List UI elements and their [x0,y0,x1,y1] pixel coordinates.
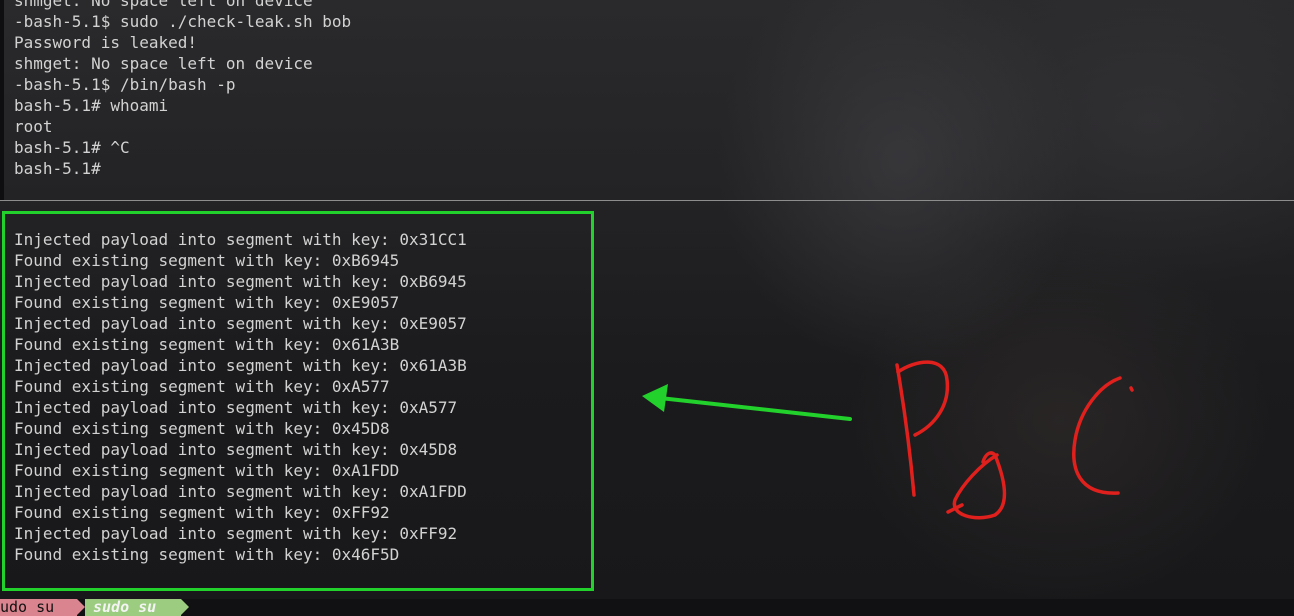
terminal-line: root [14,117,53,136]
highlight-box-annotation [2,211,594,591]
tmux-status-bar: udo su sudo su [0,599,1294,616]
tab-separator-arrow [181,599,189,615]
terminal-output-top: shmget: No space left on device -bash-5.… [14,0,351,179]
terminal-line: Password is leaked! [14,33,198,52]
terminal-prompt[interactable]: bash-5.1# [14,158,351,179]
tab-separator-arrow [77,599,85,615]
pane-divider[interactable] [0,200,1294,201]
terminal-line: shmget: No space left on device [14,54,313,73]
window-tab-active[interactable]: sudo su [85,599,181,616]
terminal-line: -bash-5.1$ /bin/bash -p [14,75,236,94]
terminal-line: shmget: No space left on device [14,0,313,10]
terminal-line: bash-5.1# ^C [14,138,130,157]
terminal-line: bash-5.1# whoami [14,96,169,115]
terminal-pane-top[interactable]: shmget: No space left on device -bash-5.… [0,0,1294,200]
terminal-line: -bash-5.1$ sudo ./check-leak.sh bob [14,12,352,31]
window-tab[interactable]: udo su [0,599,77,616]
pane-left-edge [0,0,4,200]
